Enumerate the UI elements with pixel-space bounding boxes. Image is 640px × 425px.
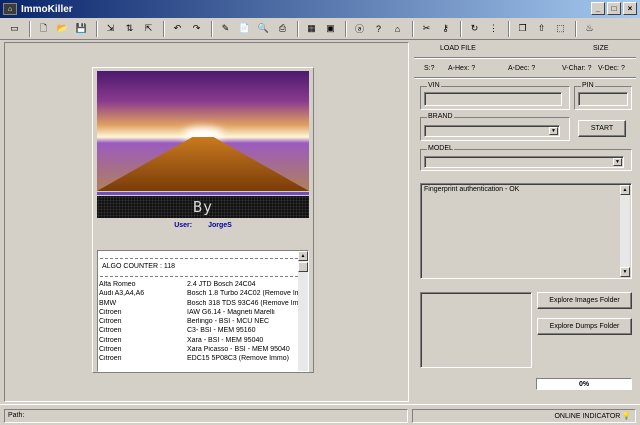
toolbar: ▭ 🗋 📂 💾 ⇲ ⇅ ⇱ ↶ ↷ ✎ 📄 🔍 ⎙ ▦ ▣ ⓐ? ⌂ ✂ ⚷ ↻ ⋮ ❐ ⇧ ⬚ ♨ [0, 18, 640, 40]
list-item[interactable]: Citroen Xara Picasso - BSI - MEM 95040 [99, 346, 299, 355]
list-item[interactable]: Citroen IAW G6.14 - Magneti Marelli [99, 309, 299, 318]
maximize-button[interactable]: □ [607, 2, 621, 15]
chevron-down-icon[interactable]: ▼ [549, 127, 558, 135]
status-bar: Path: ONLINE INDICATOR 💡 [0, 404, 640, 425]
user-row: User: JorgeS [97, 222, 309, 229]
a-hex-label: A-Hex: ? [448, 65, 476, 72]
v-dec-label: V-Dec: ? [598, 65, 625, 72]
user-value: JorgeS [208, 222, 232, 229]
list-item[interactable]: Citroen C3- BSI - MEM 95160 [99, 327, 299, 336]
log-text: Fingerprint authentication - OK [424, 186, 520, 193]
edit-page-icon[interactable]: ✎ [217, 20, 234, 37]
list-item[interactable]: Audi A3,A4,A6 Bosch 1.8 Turbo 24C02 (Remo… [99, 290, 299, 299]
preview-box [420, 292, 532, 368]
upload-icon[interactable]: ⇧ [533, 20, 550, 37]
minimize-button[interactable]: _ [591, 2, 605, 15]
online-indicator: ONLINE INDICATOR 💡 [412, 409, 636, 423]
refresh-icon[interactable]: ↻ [466, 20, 483, 37]
scroll-up-icon[interactable]: ▲ [298, 251, 308, 261]
list-item[interactable]: Citroen Berlingo - BSI - MCU NEC [99, 318, 299, 327]
s-label: S:? [424, 65, 435, 72]
explore-dumps-button[interactable]: Explore Dumps Folder [537, 318, 632, 335]
v-char-label: V-Char: ? [562, 65, 592, 72]
list-item[interactable]: Citroen Xara - BSI - MEM 95040 [99, 337, 299, 346]
window-title: ImmoKiller [21, 3, 73, 15]
new-file-icon[interactable]: 🗋 [35, 20, 52, 37]
divider [97, 192, 309, 195]
start-button[interactable]: START [578, 120, 626, 137]
export-icon[interactable]: ⇱ [140, 20, 157, 37]
list-item[interactable]: BMW Bosch 318 TDS 93C46 (Remove Imm [99, 300, 299, 309]
import-icon[interactable]: ⇲ [102, 20, 119, 37]
explore-images-button[interactable]: Explore Images Folder [537, 292, 632, 309]
help-icon[interactable]: ? [370, 20, 387, 37]
redo-icon[interactable]: ↷ [188, 20, 205, 37]
close-button[interactable]: × [623, 2, 637, 15]
save-icon[interactable]: 💾 [73, 20, 90, 37]
key-icon[interactable]: ⚷ [437, 20, 454, 37]
scroll-up-icon[interactable]: ▲ [620, 185, 630, 195]
list-item[interactable]: Alfa Romeo 2.4 JTD Bosch 24C04 [99, 281, 299, 290]
log-scrollbar[interactable]: ▲ ▼ [620, 185, 630, 277]
tools-icon[interactable]: ✂ [418, 20, 435, 37]
list-item[interactable]: Citroen EDC15 5P08C3 (Remove Immo) [99, 355, 299, 364]
scroll-down-icon[interactable]: ▼ [620, 267, 630, 277]
path-field: Path: [4, 409, 408, 423]
open-folder-icon[interactable]: 📂 [54, 20, 71, 37]
a-dec-label: A-Dec: ? [508, 65, 536, 72]
title-bar: ⌂ ImmoKiller _ □ × [0, 0, 640, 18]
select-icon[interactable]: ⬚ [552, 20, 569, 37]
document-icon[interactable]: 📄 [236, 20, 253, 37]
transfer-icon[interactable]: ⇅ [121, 20, 138, 37]
vin-input[interactable] [424, 92, 562, 106]
calculator-icon[interactable]: ▦ [303, 20, 320, 37]
bottle-icon[interactable]: ♨ [581, 20, 598, 37]
chevron-down-icon[interactable]: ▼ [613, 158, 622, 166]
chip-icon[interactable]: ▣ [322, 20, 339, 37]
find-icon[interactable]: 🔍 [255, 20, 272, 37]
scroll-thumb[interactable] [298, 262, 308, 272]
print-icon[interactable]: ⎙ [274, 20, 291, 37]
hat-icon[interactable]: ⌂ [389, 20, 406, 37]
run-icon[interactable]: ▭ [6, 20, 23, 37]
progress-bar: 0% [536, 378, 632, 390]
undo-icon[interactable]: ↶ [169, 20, 186, 37]
dot-matrix-display: By [97, 196, 309, 218]
model-select[interactable]: ▼ [424, 156, 624, 168]
user-label: User: [174, 222, 193, 229]
load-file-label: LOAD FILE [440, 45, 476, 52]
pin-input[interactable] [578, 92, 628, 106]
columns-icon[interactable]: ⋮ [485, 20, 502, 37]
algo-list[interactable]: ALGO COUNTER : 118 Alfa Romeo 2.4 JTD Bos… [97, 250, 309, 372]
brand-select[interactable]: ▼ [424, 125, 560, 137]
copy-icon[interactable]: ❐ [514, 20, 531, 37]
list-scrollbar[interactable]: ▲ [298, 251, 308, 371]
algo-counter: ALGO COUNTER : 118 [102, 263, 176, 270]
app-icon: ⌂ [3, 3, 17, 15]
banner-image [97, 71, 309, 191]
bulb-icon: 💡 [622, 413, 631, 420]
info-icon[interactable]: ⓐ [351, 20, 368, 37]
size-label: SIZE [593, 45, 609, 52]
log-output[interactable]: Fingerprint authentication - OK ▲ ▼ [420, 183, 632, 279]
info-card: By User: JorgeS ALGO COUNTER : 118 Alfa … [92, 67, 314, 373]
